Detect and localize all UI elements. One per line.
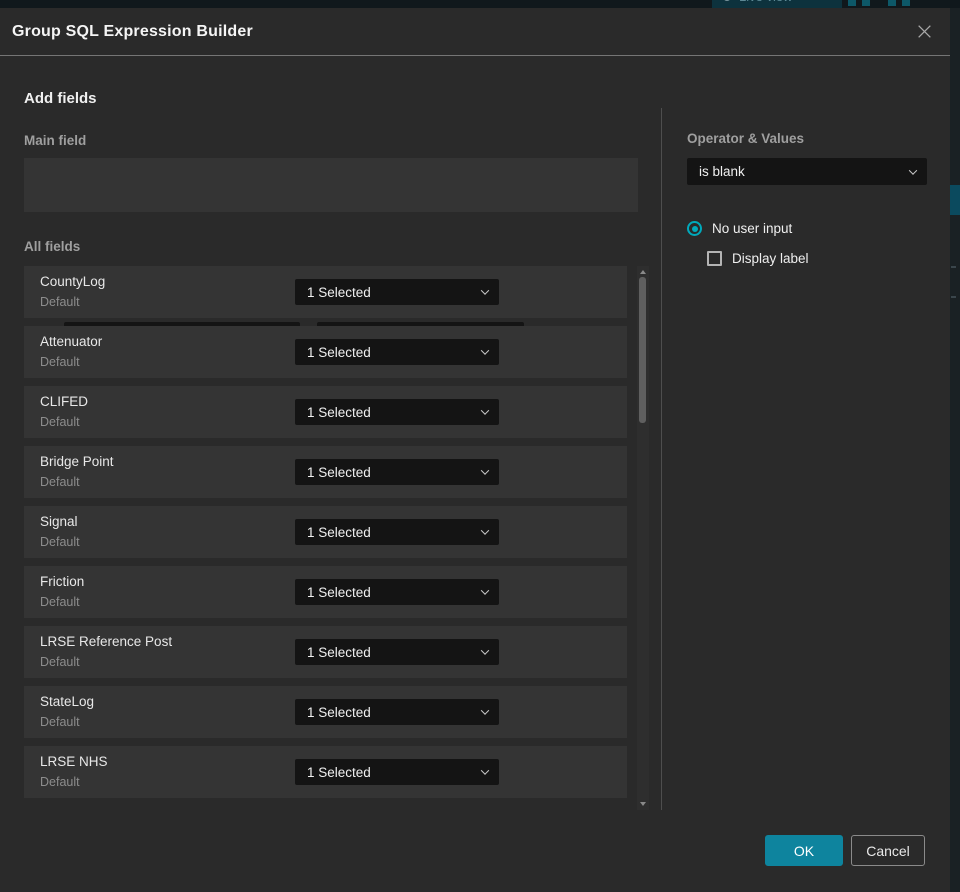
background-mark (951, 266, 956, 268)
field-name: Attenuator (40, 334, 103, 349)
field-selected-dropdown[interactable]: 1 Selected (295, 279, 499, 305)
chevron-down-icon (480, 406, 490, 415)
no-user-input-label: No user input (712, 221, 793, 236)
operator-dropdown-value: is blank (699, 164, 745, 179)
field-selected-value: 1 Selected (307, 404, 371, 420)
chevron-down-icon (480, 586, 490, 595)
radio-button[interactable] (687, 221, 702, 236)
close-icon (917, 25, 931, 38)
fields-list-scrollbar[interactable] (637, 266, 649, 810)
no-user-input-option[interactable]: No user input (687, 221, 792, 236)
field-subtitle: Default (40, 355, 80, 369)
dialog-title: Group SQL Expression Builder (12, 22, 253, 40)
toolbar-bar-icon (862, 0, 870, 6)
field-name: StateLog (40, 694, 95, 709)
field-subtitle: Default (40, 475, 80, 489)
field-selected-value: 1 Selected (307, 284, 371, 300)
field-selected-dropdown[interactable]: 1 Selected (295, 519, 499, 545)
field-selected-value: 1 Selected (307, 584, 371, 600)
field-row: LRSE NHS Default 1 Selected (24, 746, 627, 798)
main-field-label: Main field (24, 133, 87, 148)
display-label-checkbox[interactable] (707, 251, 722, 266)
toolbar-bar-icon (888, 0, 896, 6)
field-subtitle: Default (40, 535, 80, 549)
scroll-up-icon[interactable] (640, 270, 646, 274)
field-subtitle: Default (40, 415, 80, 429)
field-name: LRSE NHS (40, 754, 108, 769)
scroll-down-icon[interactable] (640, 802, 646, 806)
background-mark (951, 296, 956, 298)
toolbar-bar-icon (848, 0, 856, 6)
group-sql-expression-builder-dialog: Group SQL Expression Builder Add fields … (0, 8, 950, 892)
field-row: LRSE Reference Post Default 1 Selected (24, 626, 627, 678)
chevron-down-icon (480, 706, 490, 715)
panel-divider (661, 108, 662, 810)
field-selected-dropdown[interactable]: 1 Selected (295, 699, 499, 725)
field-name: Friction (40, 574, 85, 589)
field-row: Bridge Point Default 1 Selected (24, 446, 627, 498)
field-selected-dropdown[interactable]: 1 Selected (295, 639, 499, 665)
background-app-top-strip: Live view (0, 0, 960, 8)
live-view-button[interactable]: Live view (712, 0, 842, 8)
ok-button[interactable]: OK (765, 835, 843, 866)
field-row: Signal Default 1 Selected (24, 506, 627, 558)
background-app-right-strip (950, 8, 960, 892)
add-fields-heading: Add fields (24, 90, 97, 107)
toolbar-bar-icon (902, 0, 910, 6)
cancel-button[interactable]: Cancel (851, 835, 925, 866)
live-view-label: Live view (739, 0, 792, 4)
field-selected-value: 1 Selected (307, 644, 371, 660)
scrollbar-thumb[interactable] (639, 277, 646, 423)
field-subtitle: Default (40, 715, 80, 729)
main-field-box: CountyLog | Default To Date (24, 158, 638, 348)
field-selected-dropdown[interactable]: 1 Selected (295, 759, 499, 785)
field-selected-dropdown[interactable]: 1 Selected (295, 399, 499, 425)
display-label-text: Display label (732, 251, 809, 266)
chevron-down-icon (480, 286, 490, 295)
dialog-header: Group SQL Expression Builder (0, 8, 950, 56)
field-row: CLIFED Default 1 Selected (24, 386, 627, 438)
chevron-down-icon (908, 165, 918, 175)
field-selected-value: 1 Selected (307, 344, 371, 360)
chevron-down-icon (480, 766, 490, 775)
field-row: Friction Default 1 Selected (24, 566, 627, 618)
field-selected-dropdown[interactable]: 1 Selected (295, 459, 499, 485)
operator-dropdown[interactable]: is blank (687, 158, 927, 185)
field-subtitle: Default (40, 295, 80, 309)
field-name: Signal (40, 514, 78, 529)
chevron-down-icon (480, 346, 490, 355)
operator-values-label: Operator & Values (687, 131, 805, 146)
field-name: Bridge Point (40, 454, 114, 469)
field-selected-value: 1 Selected (307, 704, 371, 720)
field-subtitle: Default (40, 595, 80, 609)
field-selected-value: 1 Selected (307, 764, 371, 780)
live-view-dot-icon (723, 0, 731, 1)
chevron-down-icon (480, 646, 490, 655)
display-label-option[interactable]: Display label (707, 251, 809, 266)
field-subtitle: Default (40, 655, 80, 669)
field-name: CountyLog (40, 274, 106, 289)
field-selected-dropdown[interactable]: 1 Selected (295, 579, 499, 605)
field-selected-value: 1 Selected (307, 464, 371, 480)
field-row: CountyLog Default 1 Selected (24, 266, 627, 318)
all-fields-list: CountyLog Default 1 Selected Attenuator … (24, 266, 627, 806)
chevron-down-icon (480, 466, 490, 475)
field-name: LRSE Reference Post (40, 634, 173, 649)
field-subtitle: Default (40, 775, 80, 789)
all-fields-label: All fields (24, 239, 81, 254)
field-selected-value: 1 Selected (307, 524, 371, 540)
field-selected-dropdown[interactable]: 1 Selected (295, 339, 499, 365)
chevron-down-icon (480, 526, 490, 535)
field-name: CLIFED (40, 394, 89, 409)
field-row: Attenuator Default 1 Selected (24, 326, 627, 378)
background-selected-item (950, 185, 960, 215)
close-button[interactable] (912, 20, 936, 44)
field-row: StateLog Default 1 Selected (24, 686, 627, 738)
